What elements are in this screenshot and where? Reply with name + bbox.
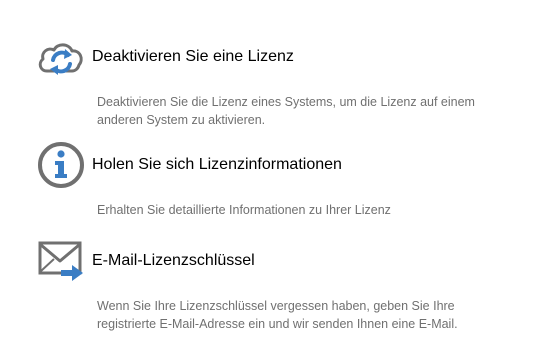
cloud-sync-icon	[37, 33, 85, 81]
option-title: Deaktivieren Sie eine Lizenz	[92, 48, 294, 65]
option-title: E-Mail-Lizenzschlüssel	[92, 252, 255, 269]
license-info-link[interactable]: Holen Sie sich Lizenzinformationen	[37, 141, 517, 189]
email-license-key-option[interactable]: E-Mail-Lizenzschlüssel Wenn Sie Ihre Liz…	[37, 237, 517, 333]
option-description: Deaktivieren Sie die Lizenz eines System…	[97, 95, 475, 127]
email-license-key-link[interactable]: E-Mail-Lizenzschlüssel	[37, 237, 517, 285]
option-description: Erhalten Sie detaillierte Informationen …	[97, 203, 391, 217]
deactivate-license-option[interactable]: Deaktivieren Sie eine Lizenz Deaktiviere…	[37, 33, 517, 129]
deactivate-license-link[interactable]: Deaktivieren Sie eine Lizenz	[37, 33, 517, 81]
license-info-option[interactable]: Holen Sie sich Lizenzinformationen Erhal…	[37, 141, 517, 219]
mail-forward-icon	[37, 237, 85, 285]
option-title: Holen Sie sich Lizenzinformationen	[92, 156, 342, 173]
option-description: Wenn Sie Ihre Lizenzschlüssel vergessen …	[97, 299, 458, 331]
info-icon	[37, 141, 85, 189]
